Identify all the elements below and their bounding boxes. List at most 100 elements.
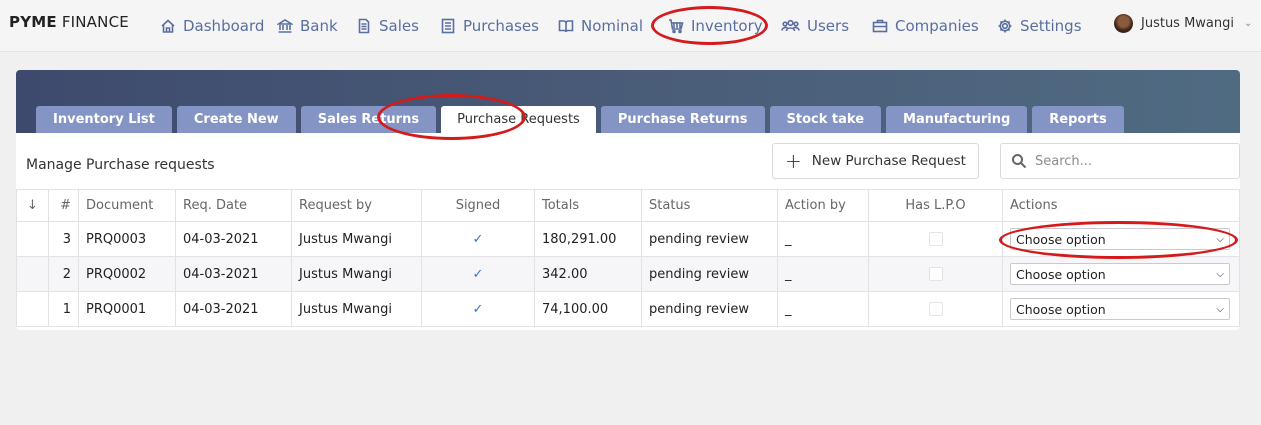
inventory-card: Inventory List Create New Sales Returns … [16,70,1240,330]
purchase-requests-table: ↓ # Document Req. Date Request by Signed… [16,189,1240,327]
nav-settings[interactable]: Settings [997,15,1082,37]
nav-bank[interactable]: Bank [277,15,338,37]
brand-logo[interactable]: PYME FINANCE [9,13,129,31]
row-totals: 74,100.00 [534,291,642,327]
actions-cell: Choose option ⌵ [1002,221,1240,257]
chevron-down-icon: ⌵ [1216,303,1224,315]
cart-icon [669,19,684,34]
sort-icon[interactable]: ↓ [16,189,49,222]
row-number: 2 [48,256,79,292]
row-action-by: _ [777,256,869,292]
row-date: 04-03-2021 [175,291,292,327]
has-lpo-checkbox[interactable] [928,267,943,281]
action-select[interactable]: Choose option ⌵ [1010,298,1230,320]
row-status: pending review [641,256,778,292]
row-document: PRQ0003 [78,221,176,257]
col-totals[interactable]: Totals [534,189,642,222]
briefcase-icon [872,19,888,33]
row-spacer [16,221,49,257]
tab-sales-returns[interactable]: Sales Returns [300,106,437,133]
col-document[interactable]: Document [78,189,176,222]
nav-sales[interactable]: Sales [356,15,419,37]
signed-cell: ✓ [421,256,535,292]
row-number: 1 [48,291,79,327]
table-row[interactable]: 2 PRQ0002 04-03-2021 Justus Mwangi ✓ 342… [16,256,1240,292]
nav-users[interactable]: Users [781,15,849,37]
tab-reports[interactable]: Reports [1032,106,1124,133]
row-request-by: Justus Mwangi [291,291,422,327]
col-req-date[interactable]: Req. Date [175,189,292,222]
tab-manufacturing[interactable]: Manufacturing [886,106,1028,133]
nav-inventory[interactable]: Inventory [668,15,763,37]
row-status: pending review [641,291,778,327]
row-number: 3 [48,221,79,257]
chevron-down-icon: ⌵ [1216,268,1224,280]
signed-cell: ✓ [421,291,535,327]
plus-icon: + [785,149,802,173]
row-action-by: _ [777,291,869,327]
user-menu[interactable]: Justus Mwangi ⌄ [1114,14,1252,33]
action-select[interactable]: Choose option ⌵ [1010,263,1230,285]
row-date: 04-03-2021 [175,221,292,257]
list-icon [441,18,455,34]
check-icon: ✓ [472,266,484,282]
row-request-by: Justus Mwangi [291,221,422,257]
nav-purchases[interactable]: Purchases [440,15,539,37]
has-lpo-cell [868,256,1003,292]
chevron-down-icon: ⌵ [1216,233,1224,245]
tab-create-new[interactable]: Create New [176,106,296,133]
col-has-lpo[interactable]: Has L.P.O [868,189,1003,222]
row-action-by: _ [777,221,869,257]
row-date: 04-03-2021 [175,256,292,292]
tab-purchase-requests[interactable]: Purchase Requests [441,106,596,133]
row-document: PRQ0001 [78,291,176,327]
has-lpo-cell [868,221,1003,257]
has-lpo-checkbox[interactable] [928,302,943,316]
new-purchase-request-button[interactable]: + New Purchase Request [772,143,979,179]
col-signed[interactable]: Signed [421,189,535,222]
bank-icon [277,19,293,33]
chevron-down-icon: ⌄ [1244,18,1253,29]
tab-stock-take[interactable]: Stock take [769,106,882,133]
has-lpo-cell [868,291,1003,327]
search-input[interactable] [1035,153,1225,169]
row-totals: 342.00 [534,256,642,292]
home-icon [161,19,175,33]
tab-inventory-list[interactable]: Inventory List [36,106,172,133]
col-action-by[interactable]: Action by [777,189,869,222]
row-spacer [16,256,49,292]
book-icon [558,20,574,33]
actions-cell: Choose option ⌵ [1002,256,1240,292]
gear-icon [998,19,1012,33]
has-lpo-checkbox[interactable] [928,232,943,246]
action-select[interactable]: Choose option ⌵ [1010,228,1230,250]
signed-cell: ✓ [421,221,535,257]
avatar [1114,14,1133,33]
top-navbar: PYME FINANCE Dashboard Bank Sales Purcha… [0,0,1261,52]
row-status: pending review [641,221,778,257]
row-spacer [16,291,49,327]
row-document: PRQ0002 [78,256,176,292]
table-row[interactable]: 1 PRQ0001 04-03-2021 Justus Mwangi ✓ 74,… [16,291,1240,327]
row-request-by: Justus Mwangi [291,256,422,292]
nav-dashboard[interactable]: Dashboard [160,15,264,37]
nav-nominal[interactable]: Nominal [558,15,643,37]
tab-purchase-returns[interactable]: Purchase Returns [600,106,765,133]
new-purchase-request-label: New Purchase Request [811,153,966,169]
check-icon: ✓ [472,231,484,247]
actions-cell: Choose option ⌵ [1002,291,1240,327]
page-title: Manage Purchase requests [26,157,215,173]
col-status[interactable]: Status [641,189,778,222]
col-request-by[interactable]: Request by [291,189,422,222]
user-name: Justus Mwangi [1141,16,1235,31]
search-box[interactable] [1000,143,1240,179]
inventory-tabs: Inventory List Create New Sales Returns … [36,106,1129,133]
document-icon [358,18,370,34]
col-number[interactable]: # [48,189,79,222]
check-icon: ✓ [472,301,484,317]
nav-companies[interactable]: Companies [872,15,979,37]
row-totals: 180,291.00 [534,221,642,257]
users-icon [781,19,800,32]
col-actions: Actions [1002,189,1240,222]
table-row[interactable]: 3 PRQ0003 04-03-2021 Justus Mwangi ✓ 180… [16,221,1240,257]
